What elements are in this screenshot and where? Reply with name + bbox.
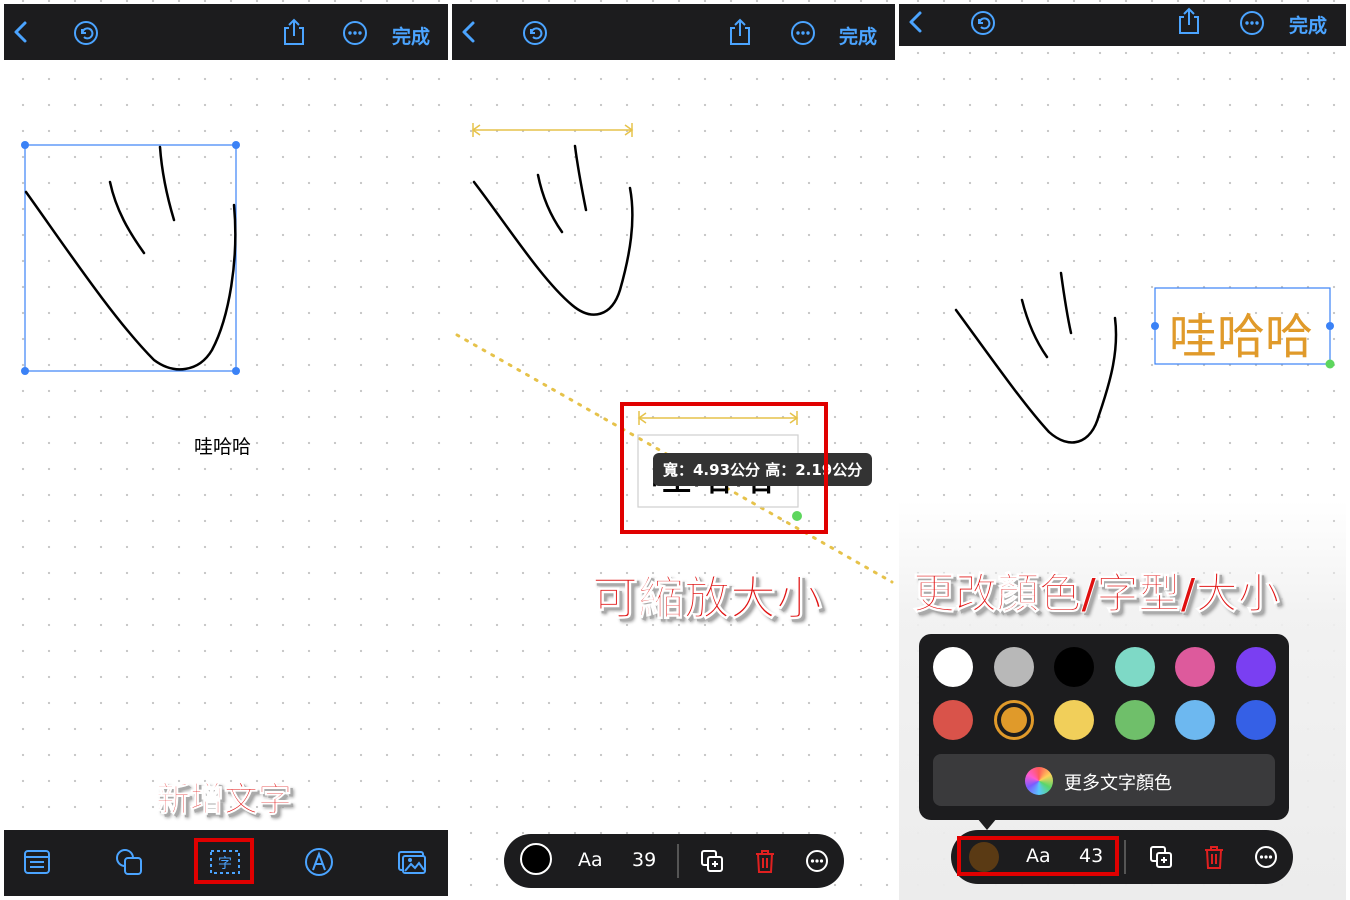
annotation-caption: 可縮放大小 [592,571,823,626]
font-size-value[interactable]: 39 [632,849,656,871]
selection-handle [21,367,29,375]
selection-handle [1151,322,1159,330]
annotation-highlight [194,838,254,884]
annotation-highlight [957,836,1119,876]
pen-icon[interactable] [303,846,335,878]
selection-frame [24,144,237,372]
color-swatch[interactable] [993,700,1034,740]
selection-handle [232,141,240,149]
color-wheel-icon [1025,767,1053,795]
text-object[interactable]: 哇哈哈 [1169,297,1313,367]
format-toolbar: Aa 39 [504,834,844,888]
color-swatch[interactable] [1175,647,1215,687]
media-icon[interactable] [396,846,428,878]
annotation-caption: 更改顏色/字型/大小 [913,569,1281,619]
color-swatch[interactable] [1114,700,1155,740]
color-swatch[interactable] [933,647,973,687]
color-swatch[interactable] [993,647,1034,687]
color-swatch[interactable] [1175,700,1215,740]
font-button[interactable]: Aa [578,849,603,871]
text-object[interactable]: 哇哈哈 [194,432,251,459]
divider [677,844,679,878]
panel-add-text: 完成 哇哈哈 新增文字 字 [4,0,448,900]
divider [1124,840,1126,874]
color-picker-popover: 更多文字顏色 [919,634,1289,820]
selection-handle [1326,322,1334,330]
shapes-icon[interactable] [113,846,145,878]
text-color-swatch[interactable] [520,843,552,875]
hand-drawing [24,145,237,371]
duplicate-icon[interactable] [1149,845,1173,869]
ellipsis-circle-icon[interactable] [1254,845,1278,869]
notes-icon[interactable] [21,846,53,878]
selection-handle [232,367,240,375]
hand-drawing [954,271,1118,444]
panel-style-text: 完成 哇哈哈 更改顏色/字型/大小 更多文字顏色 Aa 43 [899,0,1346,900]
popover-arrow [977,818,997,830]
resize-handle [1325,359,1335,369]
color-swatch[interactable] [1054,700,1094,740]
trash-icon[interactable] [753,848,777,874]
color-swatch[interactable] [1054,647,1094,687]
trash-icon[interactable] [1202,844,1226,870]
annotation-caption: 新增文字 [156,780,293,821]
selection-handle [21,141,29,149]
width-guide [471,123,634,137]
ellipsis-circle-icon[interactable] [805,849,829,873]
color-swatch[interactable] [1235,700,1276,740]
hand-drawing [472,144,634,316]
duplicate-icon[interactable] [700,849,724,873]
color-swatch[interactable] [933,700,973,740]
panel-resize-text: 完成 哇哈哈 寬：4.93公分 高：2.19公分 可縮放大小 Aa 39 [452,0,895,900]
color-swatch[interactable] [1235,647,1276,687]
more-colors-label: 更多文字顏色 [1064,773,1172,794]
annotation-highlight [620,402,828,534]
more-colors-button[interactable]: 更多文字顏色 [933,754,1275,806]
selected-color-dot [1000,707,1027,733]
color-swatch[interactable] [1114,647,1155,687]
